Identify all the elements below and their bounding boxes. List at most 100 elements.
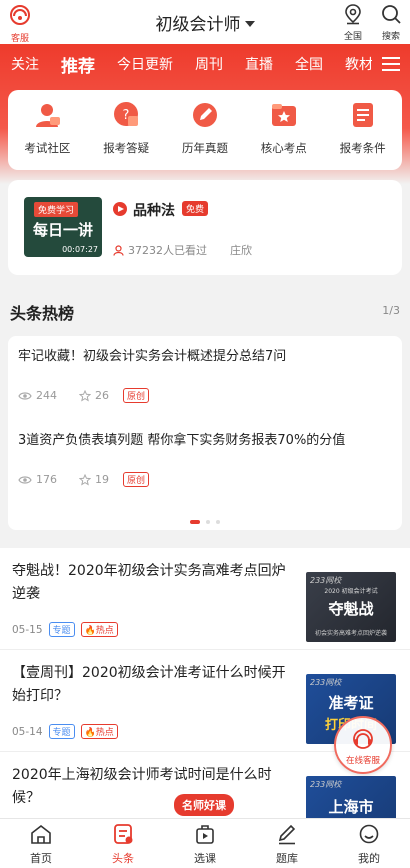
- viewer-count: 37232人已看过: [128, 244, 207, 257]
- nav-question-bank[interactable]: 题库: [246, 819, 328, 868]
- eye-icon: [18, 391, 32, 400]
- thumb-brand: 233网校: [310, 678, 342, 687]
- category-core-points[interactable]: 核心考点: [249, 100, 319, 156]
- headset-icon: [353, 729, 373, 749]
- search-label: 搜索: [381, 32, 400, 42]
- category-past-papers[interactable]: 历年真题: [170, 100, 240, 156]
- hot-item-stats: 176 19 原创: [18, 472, 392, 487]
- thumb-tag: 免费学习: [34, 202, 79, 217]
- tab-follow[interactable]: 关注: [0, 54, 50, 74]
- article-thumbnail: 233网校 上海市: [306, 776, 396, 818]
- nav-label: 头条: [112, 852, 134, 865]
- category-community[interactable]: 考试社区: [12, 100, 82, 156]
- featured-course-badge[interactable]: 名师好课: [174, 794, 234, 816]
- page-indicator: 1/3: [382, 304, 400, 317]
- caret-down-icon[interactable]: [244, 21, 255, 27]
- thumb-footer: 初会实务高难考点回炉逆袭: [314, 630, 387, 637]
- nav-label: 题库: [276, 852, 298, 865]
- online-service-button[interactable]: 在线客服: [334, 716, 392, 774]
- thumb-headline: 夺魁战: [328, 600, 374, 618]
- tab-live[interactable]: 直播: [234, 54, 284, 74]
- hot-item-title: 3道资产负债表填列题 帮你拿下实务财务报表70%的分值: [18, 433, 346, 448]
- category-conditions[interactable]: 报考条件: [328, 100, 398, 156]
- course-title: 品种法: [133, 203, 175, 219]
- user-icon: [113, 244, 124, 256]
- thumb-headline: 上海市: [328, 798, 374, 816]
- category-label: 报考答疑: [103, 141, 150, 155]
- course-bag-icon: [196, 825, 214, 844]
- category-label: 核心考点: [260, 141, 307, 155]
- search-button[interactable]: 搜索: [376, 3, 406, 42]
- thumb-subtitle: 2020 初级会计考试: [324, 588, 378, 595]
- course-viewers: 37232人已看过: [113, 242, 207, 258]
- live-course-card[interactable]: 免费学习 每日一讲 00:07:27 品种法 免费 37232人已看过 庄欣: [8, 180, 402, 275]
- view-count: 176: [36, 473, 57, 486]
- carousel-dot[interactable]: [216, 520, 220, 524]
- hot-tag: 🔥热点: [80, 724, 118, 739]
- location-icon: [345, 4, 361, 25]
- profile-icon: [359, 824, 379, 844]
- thumb-title: 每日一讲: [32, 221, 93, 239]
- headlines-icon: [114, 824, 133, 844]
- topic-tag: 专题: [48, 622, 75, 637]
- article-title: 2020年上海初级会计师考试时间是什么时候？: [12, 767, 272, 806]
- bottom-nav: 首页 头条 选课 题库 我的: [0, 818, 410, 868]
- article-meta: 05-15 专题 🔥热点: [12, 622, 118, 637]
- star-count: 26: [95, 389, 109, 402]
- tab-recommend[interactable]: 推荐: [50, 52, 106, 77]
- nav-courses[interactable]: 选课: [164, 819, 246, 868]
- pencil-icon: [278, 824, 296, 845]
- hot-item[interactable]: 牢记收藏！初级会计实务会计概述提分总结7问 244 26 原创: [18, 348, 392, 403]
- star-icon: [79, 473, 91, 486]
- hot-item-stats: 244 26 原创: [18, 388, 392, 403]
- carousel-dot[interactable]: [206, 520, 210, 524]
- tab-textbook[interactable]: 教材: [334, 54, 372, 74]
- top-bar: 客服 初级会计师 全国 搜索: [0, 0, 410, 44]
- article-item[interactable]: 夺魁战！2020年初级会计实务高难考点回炉逆袭 05-15 专题 🔥热点 233…: [0, 548, 410, 650]
- nav-profile[interactable]: 我的: [328, 819, 410, 868]
- article-date: 05-14: [12, 725, 43, 738]
- tab-today-update[interactable]: 今日更新: [106, 54, 184, 74]
- star-count: 19: [95, 473, 109, 486]
- original-badge: 原创: [123, 388, 150, 403]
- qa-icon: ?: [114, 102, 139, 126]
- category-qa[interactable]: ? 报考答疑: [91, 100, 161, 156]
- play-icon: [113, 202, 127, 216]
- menu-icon[interactable]: [380, 53, 402, 75]
- article-title: 【壹周刊】2020初级会计准考证什么时候开始打印？: [12, 665, 286, 704]
- region-label: 全国: [343, 32, 362, 42]
- article-thumbnail: 233网校 2020 初级会计考试 夺魁战 初会实务高难考点回炉逆袭: [306, 572, 396, 642]
- article-date: 05-15: [12, 623, 43, 636]
- customer-service-button[interactable]: 客服: [6, 4, 34, 44]
- section-title: 头条热榜: [10, 304, 75, 323]
- tab-weekly[interactable]: 周刊: [184, 54, 234, 74]
- region-button[interactable]: 全国: [338, 3, 368, 42]
- customer-service-label: 客服: [10, 34, 29, 44]
- category-label: 历年真题: [181, 141, 228, 155]
- pen-icon: [192, 103, 217, 127]
- free-badge: 免费: [182, 201, 209, 216]
- star-folder-icon: [271, 104, 296, 126]
- online-service-label: 在线客服: [345, 756, 380, 766]
- headset-icon: [10, 5, 30, 25]
- carousel-dot-active[interactable]: [190, 520, 200, 524]
- nav-label: 选课: [194, 852, 216, 865]
- category-label: 考试社区: [24, 141, 71, 155]
- category-label: 报考条件: [339, 141, 386, 155]
- home-icon: [31, 824, 51, 844]
- view-count: 244: [36, 389, 57, 402]
- topic-tag: 专题: [48, 724, 75, 739]
- hot-item-title: 牢记收藏！初级会计实务会计概述提分总结7问: [18, 349, 287, 364]
- search-icon: [382, 5, 401, 24]
- category-card: 考试社区 ? 报考答疑 历年真题 核心考点 报考条件: [8, 90, 402, 170]
- course-thumbnail[interactable]: 免费学习 每日一讲 00:07:27: [24, 197, 102, 257]
- thumb-brand: 233网校: [310, 576, 342, 585]
- tab-national[interactable]: 全国: [284, 54, 334, 74]
- hot-list-section: 头条热榜 1/3 牢记收藏！初级会计实务会计概述提分总结7问 244 26 原创…: [0, 288, 410, 544]
- exam-title[interactable]: 初级会计师: [156, 15, 241, 35]
- carousel-dots: [8, 520, 402, 524]
- nav-home[interactable]: 首页: [0, 819, 82, 868]
- nav-headlines[interactable]: 头条: [82, 819, 164, 868]
- list-icon: [352, 103, 373, 127]
- hot-item[interactable]: 3道资产负债表填列题 帮你拿下实务财务报表70%的分值 176 19 原创: [18, 432, 392, 487]
